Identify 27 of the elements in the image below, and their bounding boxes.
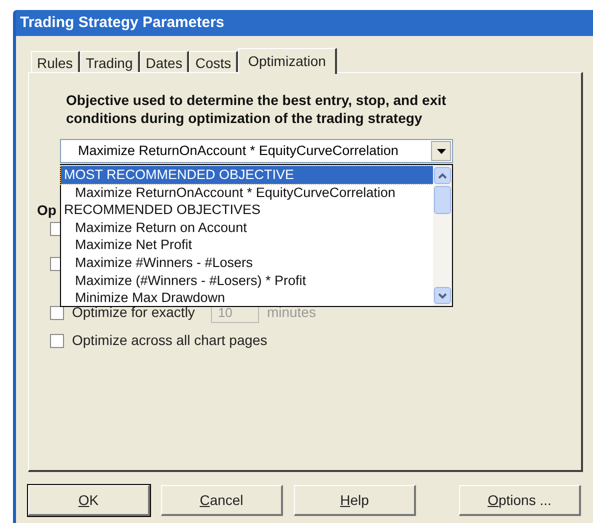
list-option[interactable]: Maximize Return on Account bbox=[61, 218, 433, 236]
tab[interactable]: Optimization bbox=[238, 48, 337, 74]
dialog-button[interactable]: Options ... bbox=[459, 485, 581, 516]
objective-heading: Objective used to determine the best entry, stop, and exit conditions during optimization of the trading strategy bbox=[66, 91, 448, 127]
scroll-thumb[interactable] bbox=[434, 186, 451, 214]
list-group-header: RECOMMENDED OBJECTIVES bbox=[63, 201, 262, 219]
dialog-button[interactable]: OK bbox=[28, 485, 150, 516]
list-option[interactable]: Maximize ReturnOnAccount * EquityCurveCorrelation bbox=[61, 184, 433, 202]
list-group-header: MOST RECOMMENDED OBJECTIVE bbox=[61, 166, 433, 184]
dialog-button[interactable]: Help bbox=[294, 485, 416, 516]
scroll-down-icon[interactable] bbox=[434, 287, 451, 304]
tab[interactable]: Trading bbox=[80, 51, 140, 73]
window-title: Trading Strategy Parameters bbox=[16, 10, 593, 36]
tab[interactable]: Rules bbox=[31, 51, 80, 73]
tab[interactable]: Dates bbox=[140, 51, 190, 73]
checkbox-label: Optimize across all chart pages bbox=[72, 331, 268, 350]
objective-dropdown[interactable]: Maximize ReturnOnAccount * EquityCurveCorrelation bbox=[60, 139, 453, 163]
checkbox[interactable] bbox=[50, 334, 64, 348]
list-option[interactable]: Maximize (#Winners - #Losers) * Profit bbox=[61, 272, 433, 290]
checkbox[interactable] bbox=[50, 306, 64, 320]
dropdown-value: Maximize ReturnOnAccount * EquityCurveCorrelation bbox=[77, 142, 400, 160]
list-option[interactable]: Maximize #Winners - #Losers bbox=[61, 254, 433, 272]
options-heading: Op bbox=[37, 201, 56, 220]
dialog-button[interactable]: Cancel bbox=[161, 485, 283, 516]
scrollbar[interactable] bbox=[433, 165, 452, 306]
list-option[interactable]: Maximize Net Profit bbox=[61, 236, 433, 254]
scroll-up-icon[interactable] bbox=[434, 167, 451, 184]
